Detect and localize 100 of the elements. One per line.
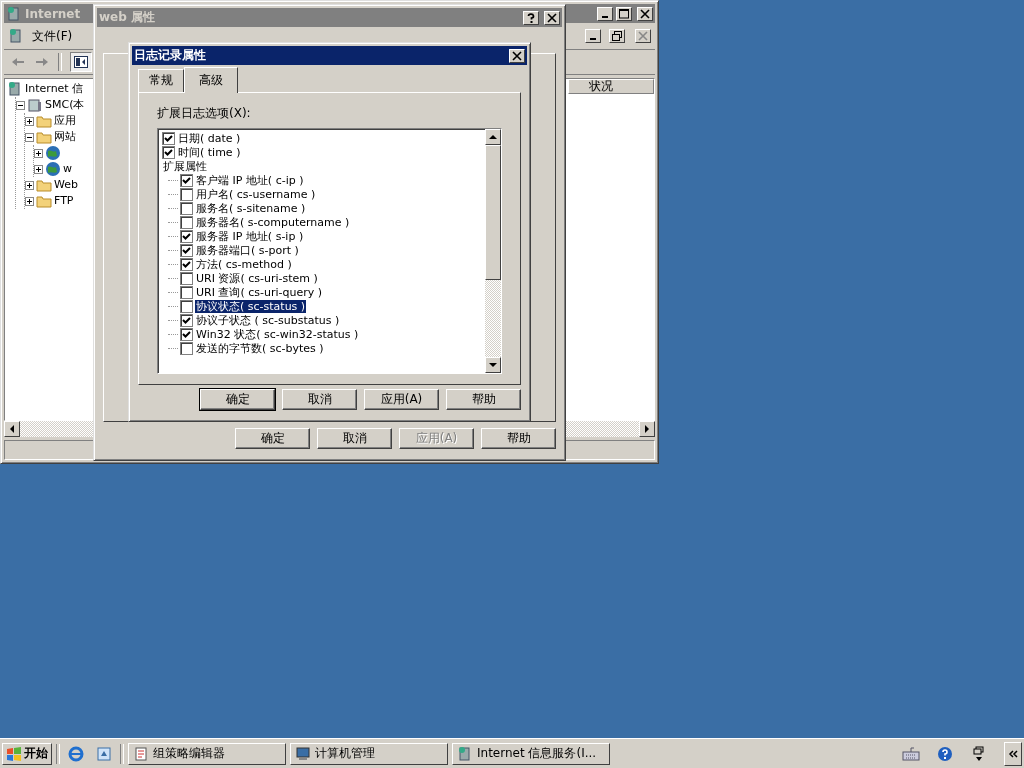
chevron-button[interactable] — [1004, 741, 1022, 766]
expand-icon[interactable] — [34, 148, 43, 158]
folder-icon — [36, 113, 52, 129]
checkbox[interactable] — [180, 285, 193, 299]
group-label: 扩展属性 — [162, 159, 208, 173]
dialog-title: 日志记录属性 — [134, 47, 206, 64]
restore-button[interactable] — [609, 29, 625, 43]
checkbox[interactable] — [180, 271, 193, 285]
minimize-icon — [590, 38, 596, 40]
taskbar-button[interactable]: 计算机管理 — [290, 742, 448, 765]
globe-icon — [45, 145, 61, 161]
folder-icon — [36, 129, 52, 145]
checkbox[interactable] — [180, 201, 193, 215]
options-list[interactable] — [157, 128, 502, 374]
checkbox[interactable] — [180, 243, 193, 257]
right-arrow-icon — [643, 425, 651, 433]
option-label[interactable]: 服务器 IP 地址( s-ip ) — [195, 229, 305, 243]
dialog-button[interactable]: 取消 — [282, 389, 357, 410]
option-label[interactable]: 时间( time ) — [177, 145, 242, 159]
close-icon — [637, 31, 649, 41]
computer-icon — [27, 97, 43, 113]
option-label[interactable]: 服务器端口( s-port ) — [195, 243, 300, 257]
dialog-button[interactable]: 取消 — [317, 428, 392, 449]
option-label[interactable]: 服务名( s-sitename ) — [195, 201, 307, 215]
dialog-button[interactable]: 应用(A) — [364, 389, 439, 410]
tree-item[interactable]: 应用 — [54, 114, 76, 128]
close-icon — [639, 8, 651, 19]
vertical-scrollbar[interactable] — [485, 129, 501, 373]
collapse-icon[interactable] — [25, 132, 34, 142]
checkbox[interactable] — [180, 257, 193, 271]
tree-item[interactable]: Internet 信 — [25, 82, 84, 96]
panel-icon — [74, 56, 88, 68]
server-icon — [6, 5, 22, 22]
checkbox[interactable] — [180, 173, 193, 187]
start-button[interactable]: 开始 — [2, 742, 52, 765]
server-icon — [8, 28, 24, 44]
expand-icon[interactable] — [25, 196, 34, 206]
checkbox[interactable] — [180, 187, 193, 201]
checkbox[interactable] — [180, 229, 193, 243]
left-arrow-icon — [8, 425, 16, 433]
down-arrow-icon — [489, 361, 497, 369]
option-label[interactable]: 方法( cs-method ) — [195, 257, 293, 271]
checkbox[interactable] — [162, 131, 175, 145]
checkbox[interactable] — [180, 313, 193, 327]
option-label[interactable]: 服务器名( s-computername ) — [195, 215, 351, 229]
tab[interactable]: 高级 — [184, 67, 238, 93]
maximize-icon — [618, 8, 630, 19]
dialog-title: web 属性 — [99, 9, 155, 26]
expand-icon[interactable] — [34, 164, 43, 174]
tree-toggle-button[interactable] — [70, 52, 92, 72]
close-button[interactable] — [635, 29, 651, 43]
collapse-icon[interactable] — [16, 100, 25, 110]
close-button[interactable] — [509, 48, 525, 63]
expand-icon[interactable] — [25, 180, 34, 190]
dialog-button[interactable]: 帮助 — [446, 389, 521, 410]
tree-item[interactable]: w — [63, 162, 72, 176]
option-label[interactable]: URI 资源( cs-uri-stem ) — [195, 271, 319, 285]
checkbox[interactable] — [180, 299, 193, 313]
option-label[interactable]: 协议子状态 ( sc-substatus ) — [195, 313, 341, 327]
option-label[interactable]: Win32 状态( sc-win32-status ) — [195, 327, 360, 341]
taskbar-button[interactable]: Internet 信息服务(I... — [452, 742, 610, 765]
folder-icon — [36, 193, 52, 209]
server-icon — [457, 745, 473, 762]
browser-icon[interactable] — [68, 745, 84, 762]
globe-icon — [45, 161, 61, 177]
keyboard-icon[interactable] — [902, 745, 920, 762]
expand-icon[interactable] — [25, 116, 34, 126]
option-label[interactable]: 客户端 IP 地址( c-ip ) — [195, 173, 305, 187]
folder-icon — [36, 177, 52, 193]
option-label[interactable]: 发送的字节数( sc-bytes ) — [195, 341, 325, 355]
tree-item[interactable]: SMC(本 — [45, 98, 85, 112]
field-label: 扩展日志选项(X): — [157, 105, 252, 122]
dialog-button[interactable]: 确定 — [235, 428, 310, 449]
minimize-button[interactable] — [585, 29, 601, 43]
double-chevron-icon — [1008, 748, 1018, 759]
checkbox[interactable] — [180, 215, 193, 229]
windows-flag-icon — [6, 745, 22, 762]
menu-item[interactable]: 文件(F) — [32, 27, 73, 45]
dialog-button[interactable]: 确定 — [200, 389, 275, 410]
server-icon — [7, 81, 23, 97]
question-icon — [525, 12, 537, 23]
taskbar-button[interactable]: 组策略编辑器 — [128, 742, 286, 765]
option-label[interactable]: 协议状态( sc-status ) — [195, 299, 307, 313]
option-label[interactable]: 用户名( cs-username ) — [195, 187, 317, 201]
tree-item[interactable]: Web — [54, 178, 78, 192]
tree-item[interactable]: 网站 — [54, 130, 76, 144]
option-label[interactable]: URI 查询( cs-uri-query ) — [195, 285, 324, 299]
option-label[interactable]: 日期( date ) — [177, 131, 242, 145]
dialog-button[interactable]: 帮助 — [481, 428, 556, 449]
checkbox[interactable] — [180, 341, 193, 355]
minimize-icon — [602, 15, 608, 18]
checkbox[interactable] — [180, 327, 193, 341]
column-header[interactable]: 状况 — [568, 79, 654, 94]
desktop-icon[interactable] — [96, 745, 112, 762]
tree-item[interactable]: FTP — [54, 194, 74, 208]
restore-icon — [611, 31, 623, 41]
checkbox[interactable] — [162, 145, 175, 159]
document-icon — [133, 745, 149, 762]
close-icon — [546, 12, 558, 23]
help-icon[interactable] — [936, 745, 954, 762]
